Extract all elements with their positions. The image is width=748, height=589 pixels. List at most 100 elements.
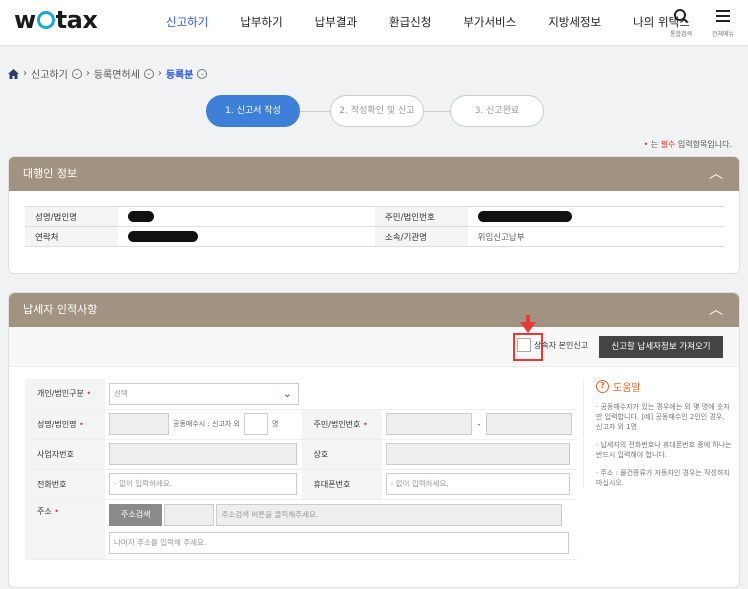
arrow-down-icon [520, 315, 536, 333]
label-name: 성명/법인명 [25, 206, 118, 227]
label-resident-no: 주민/법인번호 [374, 206, 468, 227]
menu-caption: 전체메뉴 [711, 31, 735, 38]
step-connector [424, 111, 450, 112]
taxpayer-toolbar: 상속자 본인신고 신고할 납세자정보 가져오기 [9, 315, 739, 367]
value-affiliation: 위임신고납부 [467, 226, 725, 247]
separator-icon: › [23, 68, 27, 79]
label-taxpayer-type: 개인/법인구분 • [25, 379, 105, 410]
mobile-input[interactable]: - 없이 입력하세요. [385, 473, 570, 495]
phone-input[interactable]: - 없이 입력하세요. [109, 473, 297, 495]
step-write: 1. 신고서 작성 [206, 95, 300, 127]
chevron-up-icon[interactable]: ︿ [709, 157, 723, 191]
address-search-button[interactable]: 주소검색 [109, 504, 163, 526]
search-button[interactable]: 통합검색 [666, 8, 696, 38]
breadcrumb-registration[interactable]: 등록분 [166, 66, 194, 81]
help-item: · 공동매수자가 있는 경우에는 외 몇 명에 숫자만 입력합니다. [예] 공… [596, 403, 730, 431]
all-menu-button[interactable]: 전체메뉴 [708, 8, 738, 38]
value-contact [117, 226, 375, 247]
question-icon: ? [596, 380, 609, 393]
cell-taxpayer-resident: - [381, 409, 577, 440]
nav-extra-services[interactable]: 부가서비스 [447, 0, 532, 44]
redacted-block [127, 211, 154, 222]
nav-report[interactable]: 신고하기 [150, 0, 224, 44]
zipcode-input[interactable] [164, 504, 215, 526]
co-owner-unit: 명 [272, 420, 279, 428]
nav-payment[interactable]: 납부하기 [224, 0, 298, 44]
label-taxpayer-name: 성명/법인명 • [25, 409, 105, 440]
hamburger-icon [716, 10, 730, 22]
taxpayer-type-select[interactable]: 선택 ⌄ [109, 382, 299, 405]
cell-trade-name [381, 439, 577, 470]
cell-taxpayer-type: 선택 ⌄ [105, 379, 577, 410]
cell-business-no [105, 439, 302, 470]
chevron-up-icon[interactable]: ︿ [709, 293, 723, 327]
step-complete: 3. 신고완료 [450, 95, 544, 127]
label-mobile: 휴대폰번호 [301, 469, 382, 500]
label-trade-name: 상호 [301, 439, 382, 470]
help-item: · 주소 : 물건종류가 자동차인 경우는 작성하지 마십시오. [596, 469, 730, 487]
step-connector [300, 111, 330, 112]
cell-taxpayer-name: 공동매수시 : 신고자 외 명 [105, 409, 302, 440]
nav-refund[interactable]: 환급신청 [373, 0, 447, 44]
taxpayer-name-input[interactable] [109, 413, 169, 435]
chevron-down-icon[interactable]: ⌄ [197, 68, 208, 79]
agent-info-table: 성명/법인명 주민/법인번호 연락처 소속/기관명 위임신고납부 [25, 206, 725, 247]
wetax-logo[interactable]: w tax [14, 6, 98, 34]
resident-back-input[interactable] [486, 413, 573, 435]
agent-info-panel: 대행인 정보 ︿ 성명/법인명 주민/법인번호 연락처 소속/기관명 위임신고납… [8, 156, 740, 274]
chevron-down-icon[interactable]: ⌄ [71, 68, 82, 79]
breadcrumb-registration-tax[interactable]: 등록면허세 [94, 66, 140, 81]
trade-name-input[interactable] [385, 443, 570, 465]
step-confirm: 2. 작성확인 및 신고 [330, 95, 424, 127]
cell-address: 주소검색 주소검색 버튼을 클릭해주세요. 나머지 주소를 입력해 주세요. [105, 499, 577, 560]
help-box: ? 도움말 · 공동매수자가 있는 경우에는 외 몇 명에 숫자만 입력합니다. … [583, 379, 733, 488]
search-caption: 통합검색 [669, 31, 693, 38]
redacted-block [127, 231, 198, 242]
label-contact: 연락처 [25, 226, 118, 247]
redacted-block [477, 211, 572, 222]
breadcrumb-report[interactable]: 신고하기 [31, 66, 68, 81]
help-item: · 납세자의 전화번호나 휴대폰번호 중에 하나는 반드시 입력해야 합니다. [596, 441, 732, 459]
separator-icon: › [85, 68, 90, 79]
self-report-label: 상속자 본인신고 [534, 340, 589, 350]
cell-phone: - 없이 입력하세요. [105, 469, 302, 500]
label-affiliation: 소속/기관명 [374, 226, 468, 247]
cell-mobile: - 없이 입력하세요. [381, 469, 577, 500]
required-note: • 는 필수 입력항목입니다. [643, 140, 732, 149]
taxpayer-info-panel: 납세자 인적사항 ︿ 상속자 본인신고 신고할 납세자정보 가져오기 개인/법인… [8, 292, 740, 588]
help-title: ? 도움말 [596, 379, 733, 394]
load-taxpayer-button[interactable]: 신고할 납세자정보 가져오기 [599, 336, 723, 358]
address-detail-input[interactable]: 나머지 주소를 입력해 주세요. [109, 532, 569, 554]
label-taxpayer-resident: 주민/법인번호 • [301, 409, 382, 440]
resident-dash: - [477, 419, 481, 429]
agent-panel-header[interactable]: 대행인 정보 ︿ [9, 157, 739, 191]
panel-title: 대행인 정보 [23, 167, 78, 180]
label-phone: 전화번호 [25, 469, 105, 500]
separator-icon: › [157, 68, 162, 79]
self-report-option[interactable]: 상속자 본인신고 [517, 338, 588, 352]
breadcrumb: › 신고하기 ⌄ › 등록면허세 ⌄ › 등록분 ⌄ [8, 66, 208, 81]
label-business-no: 사업자번호 [25, 439, 105, 470]
search-icon [674, 9, 689, 24]
taxpayer-form: 개인/법인구분 • 선택 ⌄ 성명/법인명 • 공동매수시 : 신고자 외 명 주… [25, 379, 577, 560]
main-nav: 신고하기 납부하기 납부결과 환급신청 부가서비스 지방세정보 나의 위택스 [150, 0, 706, 44]
resident-front-input[interactable] [385, 413, 472, 435]
nav-local-tax-info[interactable]: 지방세정보 [532, 0, 617, 44]
co-owner-text: 공동매수시 : 신고자 외 [173, 420, 240, 428]
co-owner-count-input[interactable] [244, 413, 268, 435]
progress-steps: 1. 신고서 작성 2. 작성확인 및 신고 3. 신고완료 [206, 95, 546, 127]
business-no-input[interactable] [109, 443, 297, 465]
value-resident-no [467, 206, 725, 227]
label-address: 주소 • [25, 499, 105, 560]
self-report-checkbox[interactable] [517, 338, 531, 352]
top-header: w tax 신고하기 납부하기 납부결과 환급신청 부가서비스 지방세정보 나의 … [0, 0, 748, 46]
logo-e-circle [36, 11, 55, 29]
nav-payment-result[interactable]: 납부결과 [299, 0, 373, 44]
value-name [117, 206, 375, 227]
home-icon[interactable] [8, 68, 19, 79]
address-input[interactable]: 주소검색 버튼을 클릭해주세요. [216, 504, 563, 526]
chevron-down-icon[interactable]: ⌄ [143, 68, 154, 79]
chevron-down-icon: ⌄ [282, 386, 292, 400]
panel-title: 납세자 인적사항 [23, 303, 98, 316]
taxpayer-panel-header[interactable]: 납세자 인적사항 ︿ [9, 293, 739, 327]
